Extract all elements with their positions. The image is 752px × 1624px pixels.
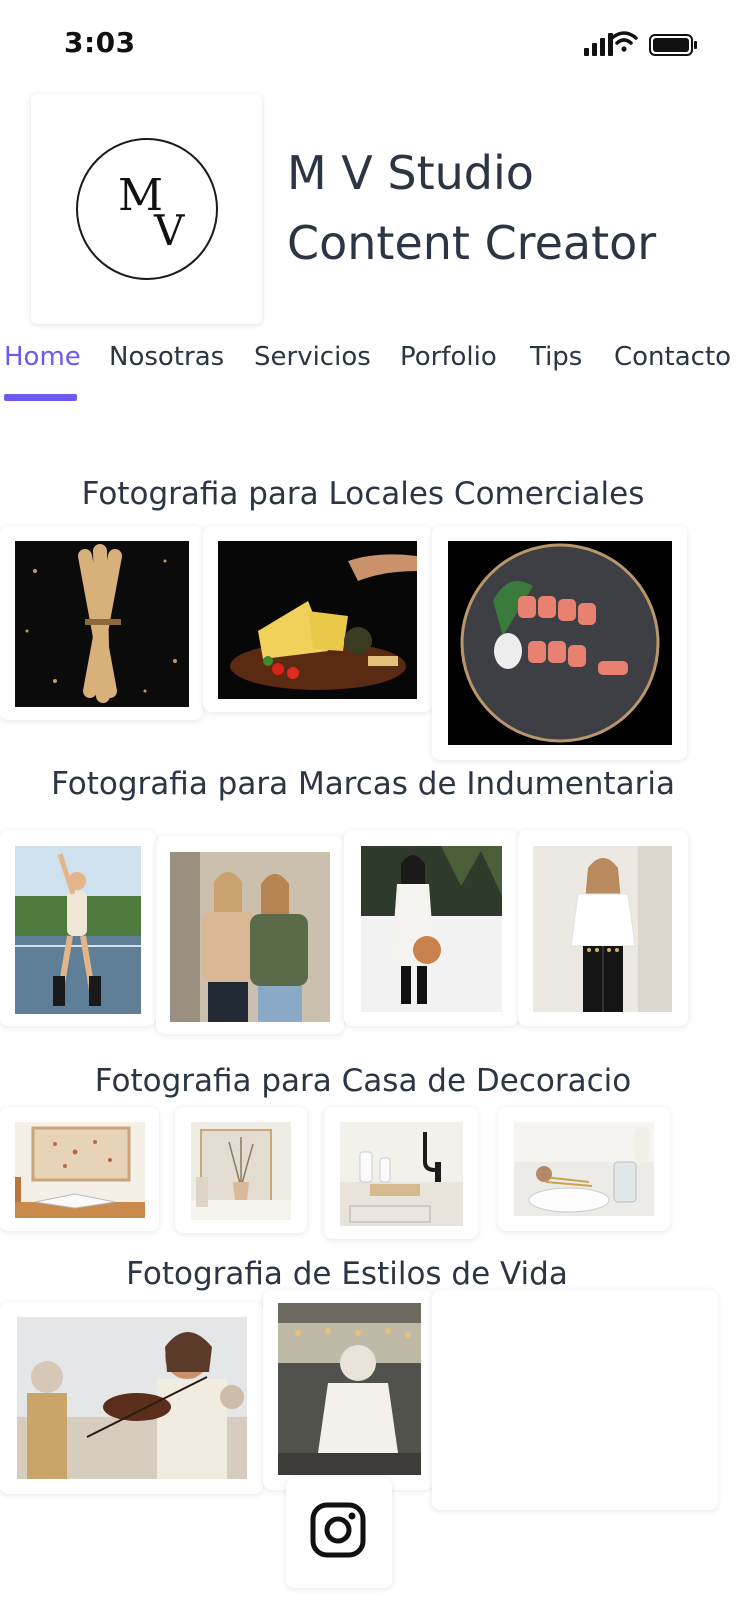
nav-tips[interactable]: Tips: [530, 342, 582, 372]
table-setting-photo: [514, 1122, 654, 1216]
photo-card-cheese[interactable]: [203, 526, 432, 712]
section-title-estilos: Fotografia de Estilos de Vida: [126, 1256, 568, 1292]
section-title-decoracion: Fotografia para Casa de Decoracio: [94, 1063, 632, 1099]
instagram-button[interactable]: [286, 1478, 392, 1588]
two-women-sweaters-photo: [170, 852, 330, 1022]
nav-nosotras[interactable]: Nosotras: [109, 342, 224, 372]
status-time: 3:03: [64, 26, 136, 59]
nav-active-indicator: [4, 394, 77, 401]
photo-card-sushi[interactable]: [432, 526, 687, 760]
breadsticks-photo: [15, 541, 189, 707]
cheese-board-photo: [218, 541, 417, 699]
instagram-icon: [310, 1502, 366, 1558]
nav-servicios[interactable]: Servicios: [254, 342, 371, 372]
photo-card-white-blouse[interactable]: [518, 830, 688, 1026]
photo-card-art-books[interactable]: [0, 1107, 159, 1231]
vase-frame-photo: [191, 1122, 291, 1220]
wifi-icon: [610, 31, 638, 52]
sushi-plate-photo: [448, 541, 672, 745]
status-icons: [584, 30, 724, 60]
violinist-photo: [17, 1317, 247, 1479]
white-blouse-model-photo: [533, 846, 672, 1012]
logo-initial-v: V: [154, 206, 185, 255]
photo-card-tennis-model[interactable]: [0, 830, 156, 1026]
section-title-indumentaria: Fotografia para Marcas de Indumentaria: [51, 766, 675, 802]
logo-card[interactable]: M V: [31, 94, 262, 324]
bathroom-counter-photo: [340, 1122, 463, 1226]
photo-card-violinist[interactable]: [0, 1302, 263, 1494]
art-print-books-photo: [15, 1122, 145, 1218]
nav-porfolio[interactable]: Porfolio: [400, 342, 497, 372]
brand-subtitle: Content Creator: [287, 216, 657, 270]
photo-card-dinner[interactable]: [263, 1290, 433, 1490]
white-coat-model-photo: [361, 846, 502, 1012]
logo-circle: M V: [76, 138, 218, 280]
brand-title: M V Studio: [287, 146, 534, 200]
photo-card-breadsticks[interactable]: [0, 526, 203, 720]
photo-card-bathroom[interactable]: [324, 1107, 478, 1239]
nav-contacto[interactable]: Contacto: [614, 342, 731, 372]
signal-icon: [584, 33, 613, 56]
photo-card-vase[interactable]: [175, 1107, 307, 1233]
battery-icon: [649, 34, 697, 56]
photo-card-empty: [432, 1290, 718, 1510]
nav-home[interactable]: Home: [4, 342, 81, 372]
tennis-court-model-photo: [15, 846, 141, 1014]
section-title-locales: Fotografia para Locales Comerciales: [81, 476, 645, 512]
photo-card-table-setting[interactable]: [498, 1107, 670, 1231]
photo-card-two-women[interactable]: [156, 836, 344, 1034]
outdoor-dinner-photo: [278, 1303, 421, 1475]
photo-card-white-coat[interactable]: [344, 830, 518, 1026]
